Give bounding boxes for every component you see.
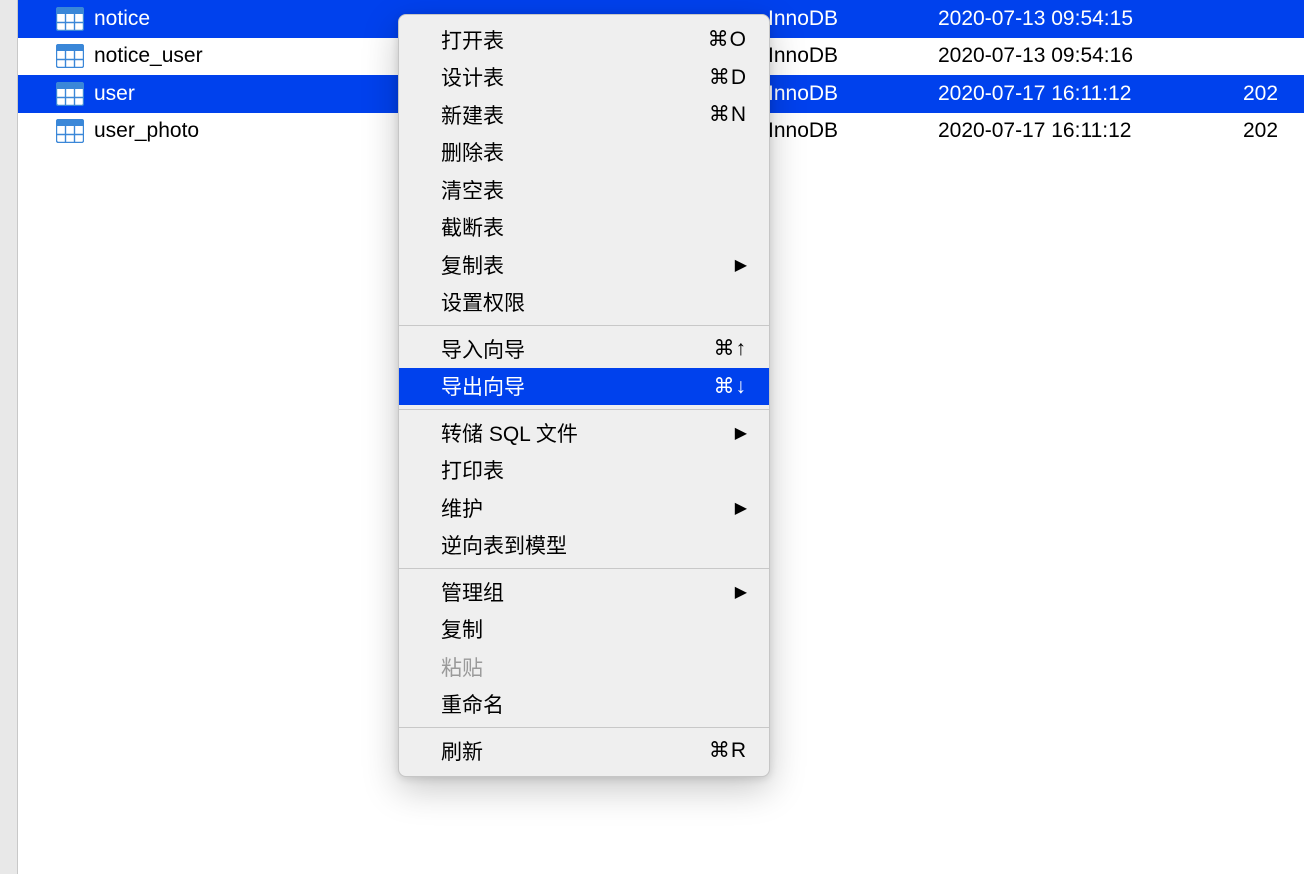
chevron-right-icon: ▶: [735, 255, 747, 275]
menu-shortcut: ⌘N: [709, 102, 747, 127]
table-icon: [56, 119, 84, 143]
engine-cell: InnoDB: [768, 44, 938, 68]
menu-item[interactable]: 刷新 ⌘R: [399, 732, 769, 770]
menu-item: 粘贴: [399, 648, 769, 686]
menu-item-label: 复制: [441, 614, 483, 644]
menu-item-label: 导入向导: [441, 334, 525, 364]
menu-item[interactable]: 逆向表到模型: [399, 527, 769, 565]
menu-item[interactable]: 重命名: [399, 686, 769, 724]
table-name: notice_user: [94, 44, 203, 68]
menu-item-label: 设置权限: [441, 287, 525, 317]
table-name: notice: [94, 7, 150, 31]
menu-item-label: 打印表: [441, 455, 504, 485]
engine-cell: InnoDB: [768, 119, 938, 143]
menu-item[interactable]: 复制: [399, 611, 769, 649]
menu-item[interactable]: 截断表: [399, 209, 769, 247]
menu-item-label: 转储 SQL 文件: [441, 418, 578, 448]
date-cell: 202: [1243, 82, 1278, 106]
menu-shortcut: ⌘D: [709, 65, 747, 90]
chevron-right-icon: ▶: [735, 582, 747, 602]
engine-cell: InnoDB: [768, 82, 938, 106]
date-cell: 2020-07-17 16:11:12: [938, 82, 1243, 106]
menu-item[interactable]: 管理组 ▶: [399, 573, 769, 611]
menu-item-label: 清空表: [441, 175, 504, 205]
table-name: user_photo: [94, 119, 199, 143]
menu-shortcut: ⌘R: [709, 738, 747, 763]
menu-item[interactable]: 设计表 ⌘D: [399, 59, 769, 97]
menu-item[interactable]: 打开表 ⌘O: [399, 21, 769, 59]
menu-separator: [399, 325, 769, 326]
menu-item[interactable]: 新建表 ⌘N: [399, 96, 769, 134]
date-cell: 2020-07-13 09:54:16: [938, 44, 1243, 68]
menu-item[interactable]: 清空表: [399, 171, 769, 209]
menu-item[interactable]: 维护 ▶: [399, 489, 769, 527]
chevron-right-icon: ▶: [735, 498, 747, 518]
menu-item[interactable]: 设置权限: [399, 284, 769, 322]
chevron-right-icon: ▶: [735, 423, 747, 443]
menu-shortcut: ⌘O: [708, 27, 747, 52]
date-cell: 202: [1243, 119, 1278, 143]
menu-separator: [399, 568, 769, 569]
menu-separator: [399, 409, 769, 410]
menu-item-label: 复制表: [441, 250, 504, 280]
menu-item[interactable]: 复制表 ▶: [399, 246, 769, 284]
menu-item-label: 打开表: [441, 25, 504, 55]
menu-item-label: 重命名: [441, 689, 504, 719]
table-icon: [56, 82, 84, 106]
engine-cell: InnoDB: [768, 7, 938, 31]
context-menu: 打开表 ⌘O 设计表 ⌘D 新建表 ⌘N 删除表清空表截断表复制表 ▶ 设置权限导入向导 ⌘↑ 导出…: [398, 14, 770, 777]
menu-item-label: 管理组: [441, 577, 504, 607]
menu-item-label: 截断表: [441, 212, 504, 242]
menu-item-label: 删除表: [441, 137, 504, 167]
menu-shortcut: ⌘↑: [714, 336, 748, 361]
menu-item-label: 刷新: [441, 736, 483, 766]
menu-item[interactable]: 删除表: [399, 134, 769, 172]
date-cell: 2020-07-13 09:54:15: [938, 7, 1243, 31]
menu-item-label: 维护: [441, 493, 483, 523]
menu-separator: [399, 727, 769, 728]
date-cell: 2020-07-17 16:11:12: [938, 119, 1243, 143]
table-icon: [56, 7, 84, 31]
menu-item[interactable]: 打印表: [399, 452, 769, 490]
table-icon: [56, 44, 84, 68]
menu-item-label: 导出向导: [441, 371, 525, 401]
menu-item-label: 粘贴: [441, 652, 483, 682]
sidebar-edge: [0, 0, 18, 874]
menu-item[interactable]: 转储 SQL 文件 ▶: [399, 414, 769, 452]
menu-item-label: 新建表: [441, 100, 504, 130]
menu-item-label: 设计表: [441, 62, 504, 92]
menu-shortcut: ⌘↓: [714, 374, 748, 399]
menu-item-label: 逆向表到模型: [441, 530, 567, 560]
table-name: user: [94, 82, 135, 106]
menu-item[interactable]: 导出向导 ⌘↓: [399, 368, 769, 406]
menu-item[interactable]: 导入向导 ⌘↑: [399, 330, 769, 368]
